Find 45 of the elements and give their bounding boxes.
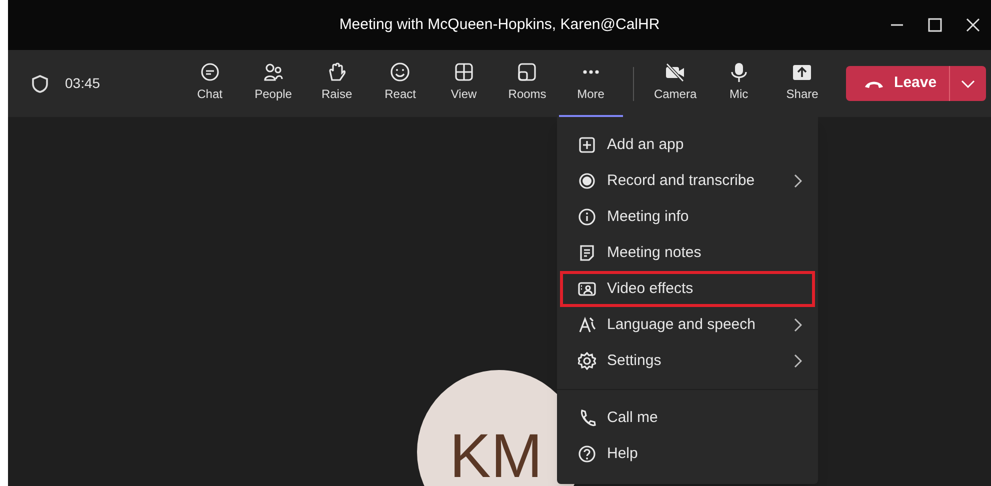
video-effects-icon [578,280,596,298]
toolbar-button[interactable]: Camera [644,50,708,117]
toolbar-button[interactable]: Raise [305,50,369,117]
toolbar-button[interactable]: Share [770,50,834,117]
menu-item[interactable]: Video effects [560,271,815,307]
menu-item[interactable]: Meeting notes [560,235,815,271]
toolbar-button[interactable]: React [368,50,432,117]
share-icon [791,62,814,82]
toolbar-button[interactable]: Rooms [496,50,560,117]
rooms-icon [516,62,538,82]
grid-icon [452,62,475,82]
menu-item[interactable]: Settings [560,343,815,379]
maximize-icon[interactable] [927,17,943,33]
toolbar-button[interactable]: View [432,50,496,117]
leave-button[interactable]: Leave [846,66,986,101]
record-icon [578,172,596,190]
chevron-right-icon [794,318,802,332]
settings-icon [578,352,596,370]
window-title: Meeting with McQueen-Hopkins, Karen@CalHR [339,14,660,35]
language-icon [578,316,596,334]
people-icon [262,62,284,82]
shield-icon[interactable] [31,74,49,94]
help-icon [578,445,596,463]
menu-item[interactable]: Language and speech [560,307,815,343]
toolbar-button[interactable]: People [242,50,306,117]
phone-icon [578,409,596,427]
chevron-down-icon [961,80,976,88]
chevron-right-icon [794,174,802,188]
plus-square-icon [578,136,596,154]
menu-item[interactable]: Call me [560,400,815,436]
menu-item[interactable]: Help [560,436,815,472]
chevron-right-icon [794,354,802,368]
close-icon[interactable] [965,17,981,33]
menu-item[interactable]: Add an app [560,127,815,163]
chat-icon [198,62,221,82]
meeting-timer: 03:45 [65,74,100,93]
more-icon [582,69,600,75]
smiley-icon [389,62,412,82]
menu-item[interactable]: Meeting info [560,199,815,235]
camera-off-icon [664,62,686,82]
menu-item[interactable]: Record and transcribe [560,163,815,199]
toolbar-button[interactable]: Chat [178,50,242,117]
toolbar-button[interactable]: Mic [707,50,771,117]
info-icon [578,208,596,226]
notes-icon [578,244,596,262]
